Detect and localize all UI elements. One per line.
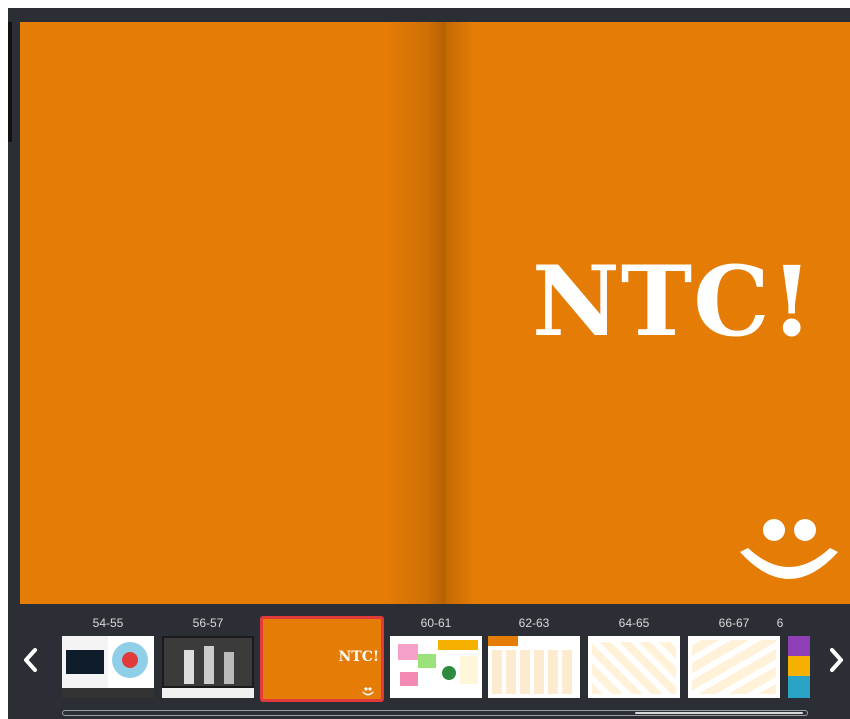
page-title: NTC! xyxy=(532,245,814,358)
thumb-label-54-55: 54-55 xyxy=(92,616,124,630)
thumb-label-64-65: 64-65 xyxy=(618,616,650,630)
thumbnail-66-67[interactable] xyxy=(688,636,780,698)
thumbnail-56-57[interactable] xyxy=(162,636,254,698)
thumbnail-partial[interactable] xyxy=(788,636,810,698)
scrollbar-thumb[interactable] xyxy=(635,712,803,714)
smiley-icon xyxy=(740,519,838,579)
left-page[interactable] xyxy=(20,22,446,604)
chevron-right-icon[interactable] xyxy=(823,640,850,680)
gutter-shadow xyxy=(446,22,474,604)
thumb-label-62-63: 62-63 xyxy=(518,616,550,630)
chevron-left-icon[interactable] xyxy=(16,640,44,680)
book-spread[interactable]: NTC! xyxy=(20,22,850,604)
right-page[interactable]: NTC! xyxy=(446,22,850,604)
thumb-label-56-57: 56-57 xyxy=(192,616,224,630)
thumbnail-64-65[interactable] xyxy=(588,636,680,698)
thumbnail-active[interactable]: NTC! xyxy=(260,616,384,702)
thumb-label-60-61: 60-61 xyxy=(420,616,452,630)
thumbnail-bar: 54-55 56-57 60-61 62-63 64-65 66-67 6 NT… xyxy=(8,604,850,719)
thumb-title: NTC! xyxy=(338,649,379,665)
thumb-label-partial: 6 xyxy=(776,616,784,630)
smiley-icon xyxy=(362,687,374,696)
gutter-shadow xyxy=(386,22,446,604)
thumbnail-scrollbar[interactable] xyxy=(62,710,808,716)
thumbnail-60-61[interactable] xyxy=(390,636,482,698)
thumbnail-62-63[interactable] xyxy=(488,636,580,698)
flipbook-viewer: NTC! 54-55 56-57 60-61 62-63 64-65 66-67… xyxy=(8,8,850,719)
page-edge xyxy=(8,22,12,142)
thumbnail-54-55[interactable] xyxy=(62,636,154,698)
